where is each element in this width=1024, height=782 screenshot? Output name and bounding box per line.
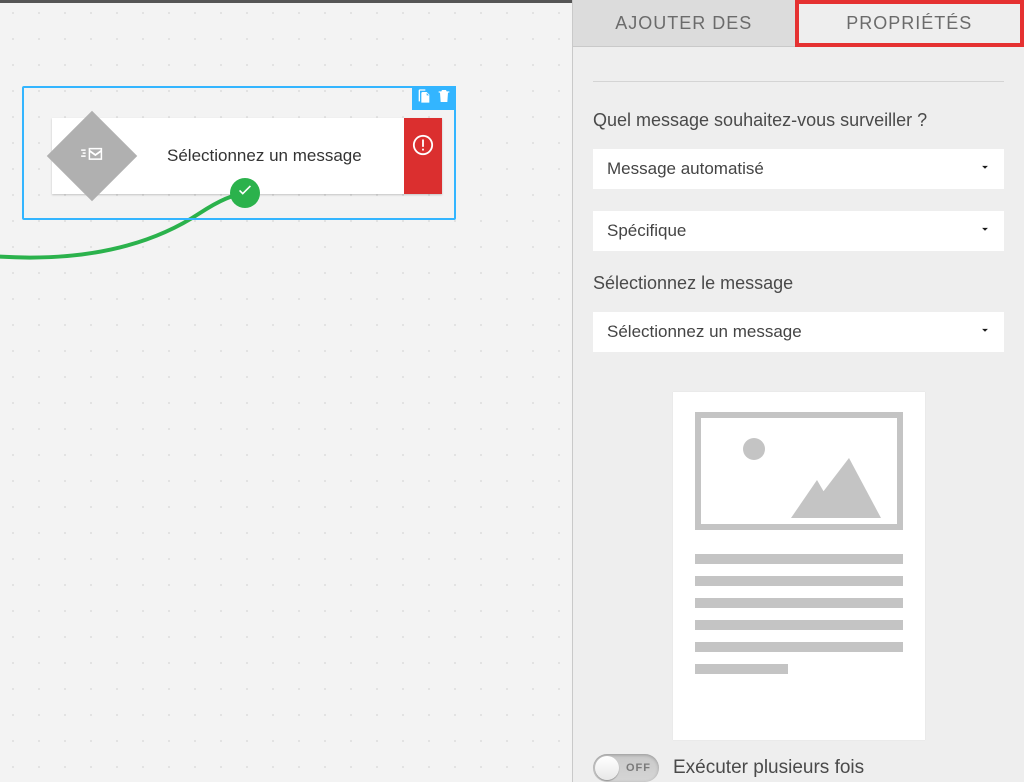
mail-send-icon: [79, 145, 105, 168]
node-type-diamond: [47, 111, 138, 202]
caret-down-icon: [978, 159, 992, 179]
caret-down-icon: [978, 322, 992, 342]
select-message[interactable]: Sélectionnez un message: [593, 312, 1004, 352]
node-error-flag: [404, 118, 442, 194]
connector-checkpoint[interactable]: [230, 178, 260, 208]
select-message-type-value: Message automatisé: [607, 159, 764, 179]
image-placeholder-icon: [695, 412, 903, 530]
workflow-canvas[interactable]: Sélectionnez un message: [0, 0, 572, 782]
panel-separator: [593, 81, 1004, 82]
check-icon: [236, 182, 254, 205]
properties-panel: AJOUTER DES PROPRIÉTÉS Quel message souh…: [572, 0, 1024, 782]
caret-down-icon: [978, 221, 992, 241]
node-toolbar: [412, 86, 456, 110]
copy-icon[interactable]: [416, 88, 432, 109]
select-message-value: Sélectionnez un message: [607, 322, 802, 342]
panel-tabs: AJOUTER DES PROPRIÉTÉS: [573, 0, 1024, 47]
toggle-knob: [595, 756, 619, 780]
node-card-label: Sélectionnez un message: [167, 146, 362, 166]
select-message-type[interactable]: Message automatisé: [593, 149, 1004, 189]
toggle-run-multiple-label: Exécuter plusieurs fois: [673, 757, 864, 779]
select-message-scope[interactable]: Spécifique: [593, 211, 1004, 251]
label-which-message: Quel message souhaitez-vous surveiller ?: [593, 110, 1004, 131]
window-top-bar: [0, 0, 572, 3]
warning-icon: [412, 134, 434, 161]
tab-add[interactable]: AJOUTER DES: [573, 0, 795, 47]
message-preview-placeholder: [673, 392, 925, 740]
tab-properties[interactable]: PROPRIÉTÉS: [795, 0, 1024, 47]
select-message-scope-value: Spécifique: [607, 221, 686, 241]
label-select-message: Sélectionnez le message: [593, 273, 1004, 294]
toggle-state-text: OFF: [626, 754, 651, 782]
trash-icon[interactable]: [436, 88, 452, 109]
toggle-run-multiple[interactable]: OFF: [593, 754, 659, 782]
